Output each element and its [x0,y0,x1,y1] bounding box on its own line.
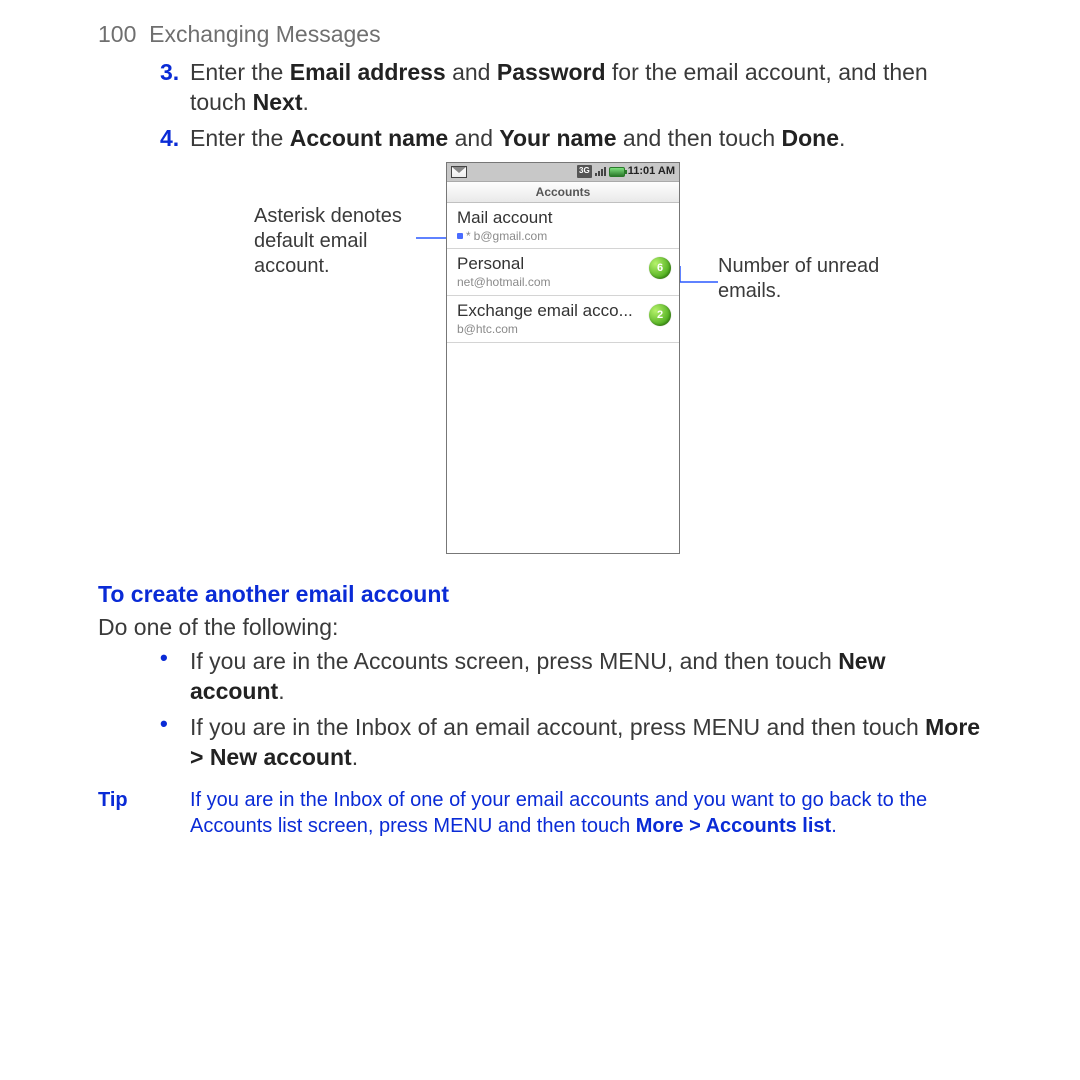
section-title: Exchanging Messages [149,21,380,47]
step-body: Enter the Account name and Your name and… [190,124,982,154]
account-row[interactable]: Personal net@hotmail.com 6 [447,249,679,296]
subheading-lead: Do one of the following: [98,613,982,643]
step-3: 3. Enter the Email address and Password … [160,58,982,118]
bullet-body: If you are in the Inbox of an email acco… [190,713,982,773]
page-header: 100 Exchanging Messages [98,20,982,50]
bullet-body: If you are in the Accounts screen, press… [190,647,982,707]
step-number: 3. [160,58,190,118]
page-number: 100 [98,21,136,47]
status-bar: 3G 11:01 AM [447,163,679,182]
account-email: *b@gmail.com [457,229,671,245]
tip-body: If you are in the Inbox of one of your e… [190,787,982,839]
account-row[interactable]: Exchange email acco... b@htc.com 2 [447,296,679,343]
bullet-icon: • [160,713,190,773]
figure: Asterisk denotes default email account. … [98,162,982,562]
step-number: 4. [160,124,190,154]
mail-status-icon [451,166,467,178]
callout-unread: Number of unread emails. [718,254,918,304]
bullet-icon: • [160,647,190,707]
account-name: Personal [457,253,671,275]
step-4: 4. Enter the Account name and Your name … [160,124,982,154]
account-name: Exchange email acco... [457,300,671,322]
callout-asterisk: Asterisk denotes default email account. [254,204,434,279]
account-email: net@hotmail.com [457,275,671,291]
step-body: Enter the Email address and Password for… [190,58,982,118]
battery-icon [609,167,625,177]
signal-icon [595,167,606,176]
bullet-item: • If you are in the Inbox of an email ac… [160,713,982,773]
status-time: 11:01 AM [628,164,675,178]
account-name: Mail account [457,207,671,229]
asterisk: * [466,229,471,245]
account-row[interactable]: Mail account *b@gmail.com [447,203,679,250]
screen-title: Accounts [447,182,679,203]
bullet-list: • If you are in the Accounts screen, pre… [98,647,982,773]
tip: Tip If you are in the Inbox of one of yo… [98,787,982,839]
subheading-create-another: To create another email account [98,580,982,610]
bullet-item: • If you are in the Accounts screen, pre… [160,647,982,707]
account-email: b@htc.com [457,322,671,338]
default-account-icon [457,233,463,239]
unread-badge: 2 [649,304,671,326]
ordered-steps: 3. Enter the Email address and Password … [98,58,982,154]
network-icon: 3G [577,165,592,177]
tip-label: Tip [98,787,190,839]
device-screenshot: 3G 11:01 AM Accounts Mail account *b@gma… [446,162,680,554]
